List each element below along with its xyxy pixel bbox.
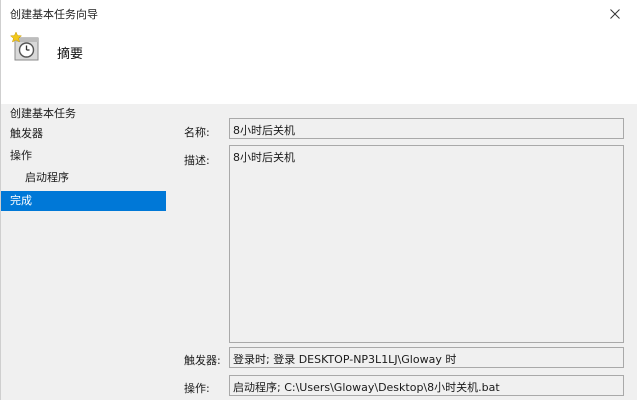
action-field[interactable]: 启动程序; C:\Users\Gloway\Desktop\8小时关机.bat — [229, 375, 624, 396]
name-label: 名称: — [184, 126, 210, 139]
trigger-label: 触发器: — [184, 354, 221, 367]
task-clock-icon — [10, 32, 39, 61]
page-title: 摘要 — [57, 47, 84, 62]
trigger-field[interactable]: 登录时; 登录 DESKTOP-NP3L1LJ\Gloway 时 — [229, 347, 624, 368]
wizard-body: 创建基本任务 触发器 操作 启动程序 完成 名称: 8小时后关机 描述: 8小时… — [1, 104, 637, 400]
description-field[interactable]: 8小时后关机 — [229, 145, 624, 343]
name-field[interactable]: 8小时后关机 — [229, 118, 624, 139]
title-bar[interactable]: 创建基本任务向导 — [1, 0, 637, 28]
close-icon — [610, 9, 620, 19]
close-button[interactable] — [592, 0, 637, 28]
nav-item-create-basic-task[interactable]: 创建基本任务 — [10, 104, 76, 124]
wizard-header: 摘要 — [1, 28, 637, 104]
nav-item-trigger[interactable]: 触发器 — [10, 124, 43, 144]
nav-item-start-program[interactable]: 启动程序 — [25, 168, 69, 188]
action-label: 操作: — [184, 382, 210, 395]
task-wizard-window: 创建基本任务向导 摘要 创建基本任务 触发器 操作 启动程序 完成 名称: 8小… — [0, 0, 637, 400]
window-title: 创建基本任务向导 — [10, 8, 98, 21]
description-label: 描述: — [184, 154, 210, 167]
nav-item-action[interactable]: 操作 — [10, 146, 32, 166]
wizard-nav: 创建基本任务 触发器 操作 启动程序 完成 — [1, 104, 169, 400]
nav-item-finish[interactable]: 完成 — [1, 191, 166, 211]
